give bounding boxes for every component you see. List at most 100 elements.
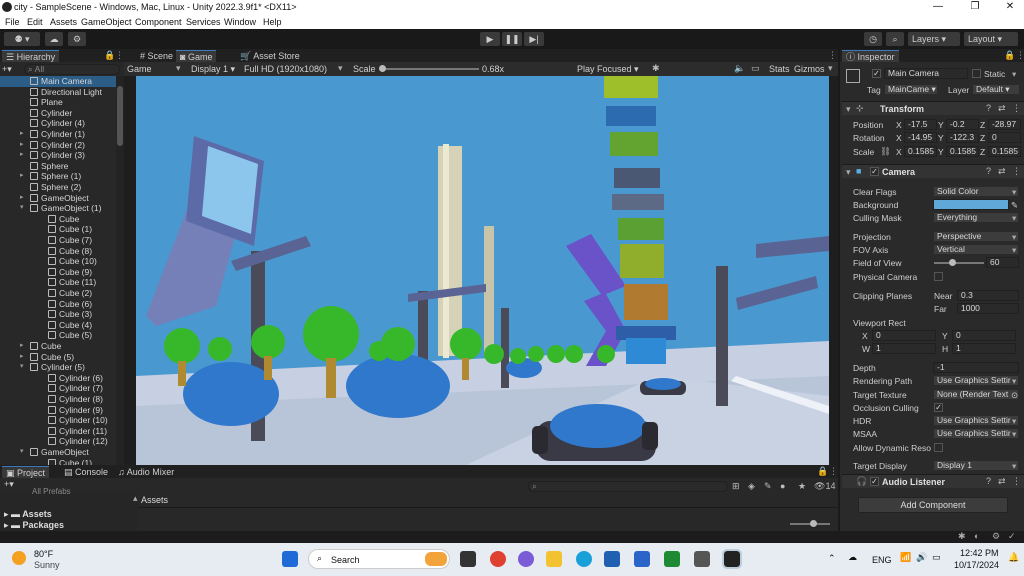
axis-label-z[interactable]: Z	[980, 120, 985, 130]
xbox-icon[interactable]	[664, 551, 680, 567]
camera-enabled-checkbox[interactable]: ✓	[870, 167, 879, 176]
folder-packages[interactable]: ▸ ▬ Packages	[4, 520, 64, 531]
hierarchy-item[interactable]: Cube (5)	[0, 330, 116, 341]
camera-dropdown[interactable]: Use Graphics Settir	[933, 375, 1019, 386]
slider-handle[interactable]	[379, 65, 386, 72]
step-button[interactable]: ▶|	[524, 32, 544, 46]
viewport-w-label[interactable]: W	[862, 344, 870, 354]
weather-desc[interactable]: Sunny	[34, 560, 60, 570]
weather-temp[interactable]: 80°F	[34, 549, 53, 559]
hierarchy-item[interactable]: ▾ Cylinder (5)	[0, 362, 116, 373]
scale-slider[interactable]	[379, 65, 479, 72]
chevron-right-icon[interactable]: ▸	[20, 193, 28, 204]
more-icon[interactable]: ⋮	[829, 466, 838, 477]
gizmos-button[interactable]: Gizmos	[794, 64, 825, 74]
filter-icon[interactable]: ⊞	[732, 481, 740, 492]
transform-header[interactable]: ▾ ⊹ Transform ? ⇄ ⋮	[842, 101, 1024, 115]
chevron-down-icon[interactable]: ▾	[20, 447, 28, 458]
camera-dropdown[interactable]: Perspective	[933, 231, 1019, 242]
background-color-swatch[interactable]	[933, 199, 1009, 210]
icon-size-slider[interactable]	[790, 520, 830, 527]
rot-x-field[interactable]: -14.95	[904, 132, 937, 143]
check-icon[interactable]: ✓	[1008, 531, 1016, 542]
audio-enabled-checkbox[interactable]: ✓	[870, 477, 879, 486]
hierarchy-item[interactable]: Cylinder (7)	[0, 383, 116, 394]
hierarchy-item[interactable]: ▸ Cylinder (2)	[0, 140, 116, 151]
chevron-down-icon[interactable]: ▾	[20, 362, 28, 373]
tab-project[interactable]: ▣ Project	[2, 466, 50, 478]
hierarchy-item[interactable]: Cube (6)	[0, 299, 116, 310]
chevron-down-icon[interactable]: ▾	[1012, 69, 1016, 80]
taskbar-search[interactable]: ⌕ Search	[308, 549, 450, 569]
label-icon[interactable]: ◈	[748, 481, 755, 492]
eyedropper-icon[interactable]: ✎	[1011, 200, 1018, 211]
hierarchy-item[interactable]: Cube	[0, 214, 116, 225]
layer-dropdown[interactable]: Default ▾	[972, 84, 1020, 95]
fov-field[interactable]: 60	[986, 257, 1019, 268]
monitor-icon[interactable]: ▭	[751, 63, 760, 74]
close-icon[interactable]: ✕	[1000, 1, 1020, 12]
wifi-icon[interactable]: 📶	[900, 552, 911, 563]
menu-window[interactable]: Window	[224, 17, 256, 27]
hierarchy-item[interactable]: Cylinder (4)	[0, 118, 116, 129]
clock-date[interactable]: 10/17/2024	[954, 560, 999, 570]
camera-checkbox[interactable]	[934, 272, 943, 281]
scrollbar-thumb[interactable]	[117, 86, 123, 146]
chevron-right-icon[interactable]: ▸	[20, 150, 28, 161]
menu-file[interactable]: File	[5, 17, 20, 27]
viewport-y-label[interactable]: Y	[942, 331, 948, 341]
axis-label-y[interactable]: Y	[938, 147, 944, 157]
type-icon[interactable]: ✎	[764, 481, 772, 492]
hierarchy-item[interactable]: Sphere	[0, 161, 116, 172]
viewport-x-label[interactable]: X	[862, 331, 868, 341]
progress-icon[interactable]: ◐	[974, 531, 979, 541]
axis-label-z[interactable]: Z	[980, 147, 985, 157]
hierarchy-item[interactable]: ▸ Cylinder (3)	[0, 150, 116, 161]
game-viewport[interactable]	[136, 76, 829, 465]
menu-help[interactable]: Help	[263, 17, 282, 27]
game-dropdown[interactable]: Game	[127, 64, 152, 74]
object-name-input[interactable]: Main Camera	[884, 68, 968, 79]
hierarchy-item[interactable]: Cylinder	[0, 108, 116, 119]
viewport-x-field[interactable]: 0	[872, 330, 936, 341]
unity-editor-icon[interactable]	[722, 549, 742, 569]
help-icon[interactable]: ?	[986, 476, 991, 486]
network-app-icon[interactable]: ☁	[848, 552, 857, 563]
tab-scene[interactable]: # Scene	[136, 50, 177, 62]
history-icon[interactable]: ◷	[864, 32, 882, 46]
fov-slider[interactable]	[934, 259, 984, 266]
tab-audio-mixer[interactable]: ♫ Audio Mixer	[114, 466, 178, 478]
depth-field[interactable]: -1	[933, 362, 1019, 373]
hierarchy-item[interactable]: ▾ GameObject (1)	[0, 203, 116, 214]
menu-services[interactable]: Services	[186, 17, 221, 27]
hierarchy-item[interactable]: Cube (8)	[0, 246, 116, 257]
info-icon[interactable]: ●	[780, 481, 785, 491]
chevron-up-icon[interactable]: ▴	[133, 493, 138, 504]
camera-dropdown[interactable]: Solid Color	[933, 186, 1019, 197]
account-button[interactable]: ⚉ ▾	[4, 32, 40, 46]
play-focus-dropdown[interactable]: Play Focused ▾	[577, 64, 639, 75]
rot-z-field[interactable]: 0	[988, 132, 1021, 143]
link-icon[interactable]: ⛓	[880, 146, 891, 157]
static-checkbox[interactable]	[972, 69, 981, 78]
tab-console[interactable]: ▤ Console	[60, 466, 112, 478]
play-button[interactable]: ▶	[480, 32, 500, 46]
viewport-h-label[interactable]: H	[942, 344, 948, 354]
preset-icon[interactable]: ⇄	[998, 476, 1006, 487]
chevron-up-icon[interactable]: ⌃	[828, 553, 836, 564]
visibility-icon[interactable]: 👁14	[814, 481, 835, 492]
axis-label-x[interactable]: X	[896, 147, 902, 157]
hierarchy-item[interactable]: Cube (11)	[0, 277, 116, 288]
more-icon[interactable]: ⋮	[1012, 166, 1021, 177]
add-component-button[interactable]: Add Component	[858, 497, 1008, 513]
axis-label-y[interactable]: Y	[938, 120, 944, 130]
windows-start-icon[interactable]	[282, 551, 298, 567]
visual-studio-icon[interactable]	[634, 551, 650, 567]
chrome-icon[interactable]	[490, 551, 506, 567]
all-prefabs-item[interactable]: All Prefabs	[32, 487, 71, 496]
tab-hierarchy[interactable]: ☰ Hierarchy	[2, 50, 60, 62]
hierarchy-item[interactable]: Cylinder (10)	[0, 415, 116, 426]
minimize-icon[interactable]: —	[928, 1, 948, 12]
more-icon[interactable]: ⋮	[115, 50, 124, 61]
menu-edit[interactable]: Edit	[27, 17, 43, 27]
